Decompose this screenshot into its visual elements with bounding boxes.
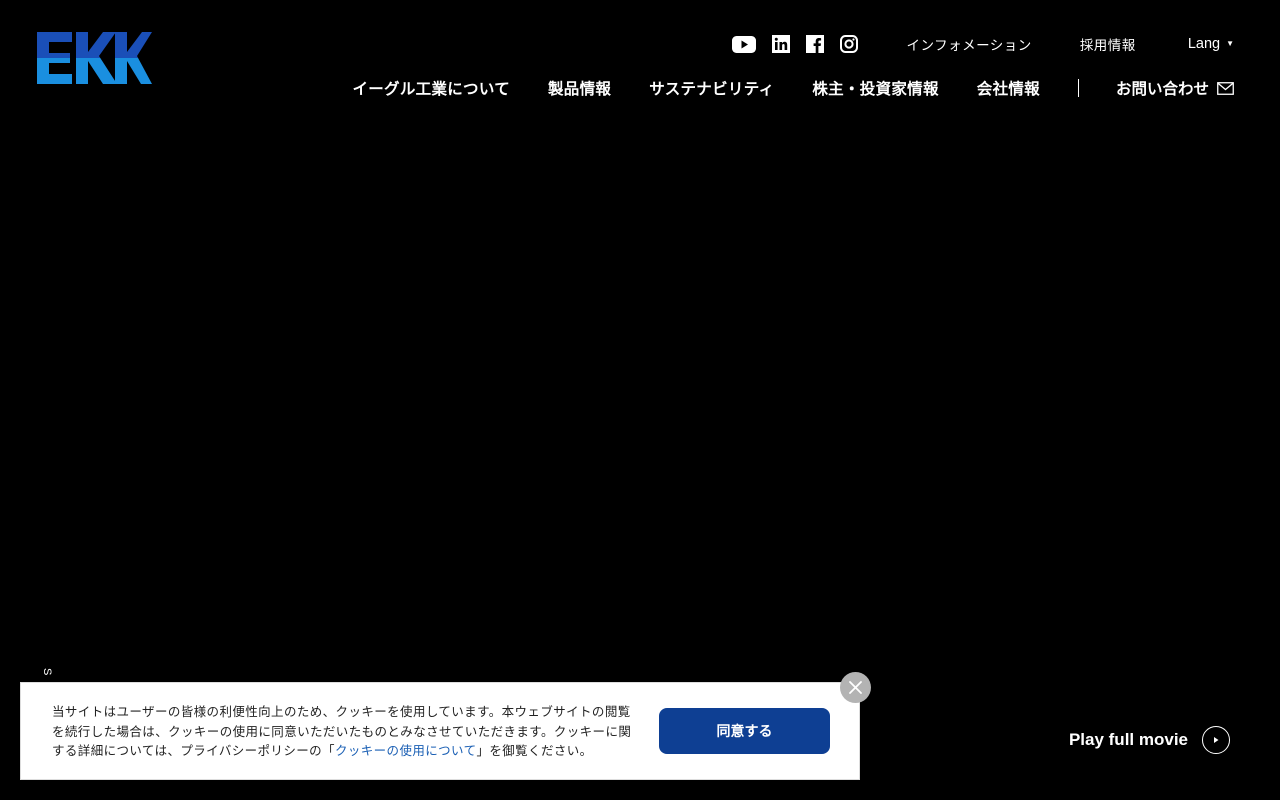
cookie-message: 当サイトはユーザーの皆様の利便性向上のため、クッキーを使用しています。本ウェブサ… xyxy=(52,702,642,761)
utility-nav: インフォメーション 採用情報 Lang ▼ xyxy=(732,34,1234,54)
main-nav: イーグル工業について 製品情報 サステナビリティ 株主・投資家情報 会社情報 お… xyxy=(352,76,1234,100)
facebook-link[interactable] xyxy=(806,35,825,53)
agree-button[interactable]: 同意する xyxy=(659,708,830,754)
contact-label: お問い合わせ xyxy=(1115,80,1209,98)
cookie-text-after: 」を御覧ください。 xyxy=(476,743,593,758)
caret-down-icon: ▼ xyxy=(1226,38,1234,48)
language-label: Lang xyxy=(1187,36,1221,52)
instagram-icon xyxy=(840,35,859,53)
cookie-close-button[interactable] xyxy=(840,672,871,703)
youtube-link[interactable] xyxy=(732,35,757,53)
nav-item-investors[interactable]: 株主・投資家情報 xyxy=(812,77,938,99)
nav-item-contact[interactable]: お問い合わせ xyxy=(1116,77,1234,99)
close-icon xyxy=(849,681,862,694)
nav-item-sustainability[interactable]: サステナビリティ xyxy=(649,77,774,99)
linkedin-link[interactable] xyxy=(772,35,791,53)
facebook-icon xyxy=(806,35,825,53)
ekk-logo[interactable] xyxy=(37,32,152,84)
linkedin-icon xyxy=(772,35,791,53)
mail-icon xyxy=(1217,81,1234,95)
social-links xyxy=(732,35,859,53)
nav-item-company[interactable]: 会社情報 xyxy=(977,77,1040,99)
scroll-indicator: S xyxy=(41,668,53,677)
cookie-policy-link[interactable]: クッキーの使用について xyxy=(335,743,477,758)
nav-divider xyxy=(1077,79,1079,97)
play-full-movie-label: Play full movie xyxy=(1068,730,1188,749)
nav-item-about[interactable]: イーグル工業について xyxy=(352,77,510,99)
play-icon xyxy=(1202,726,1230,754)
language-selector[interactable]: Lang ▼ xyxy=(1188,36,1234,52)
information-link[interactable]: インフォメーション xyxy=(906,34,1031,54)
play-full-movie-button[interactable]: Play full movie xyxy=(1069,726,1230,754)
cookie-banner: 当サイトはユーザーの皆様の利便性向上のため、クッキーを使用しています。本ウェブサ… xyxy=(20,682,860,780)
recruit-link[interactable]: 採用情報 xyxy=(1080,34,1136,54)
nav-item-products[interactable]: 製品情報 xyxy=(548,77,611,99)
youtube-icon xyxy=(732,35,757,53)
instagram-link[interactable] xyxy=(840,35,859,53)
